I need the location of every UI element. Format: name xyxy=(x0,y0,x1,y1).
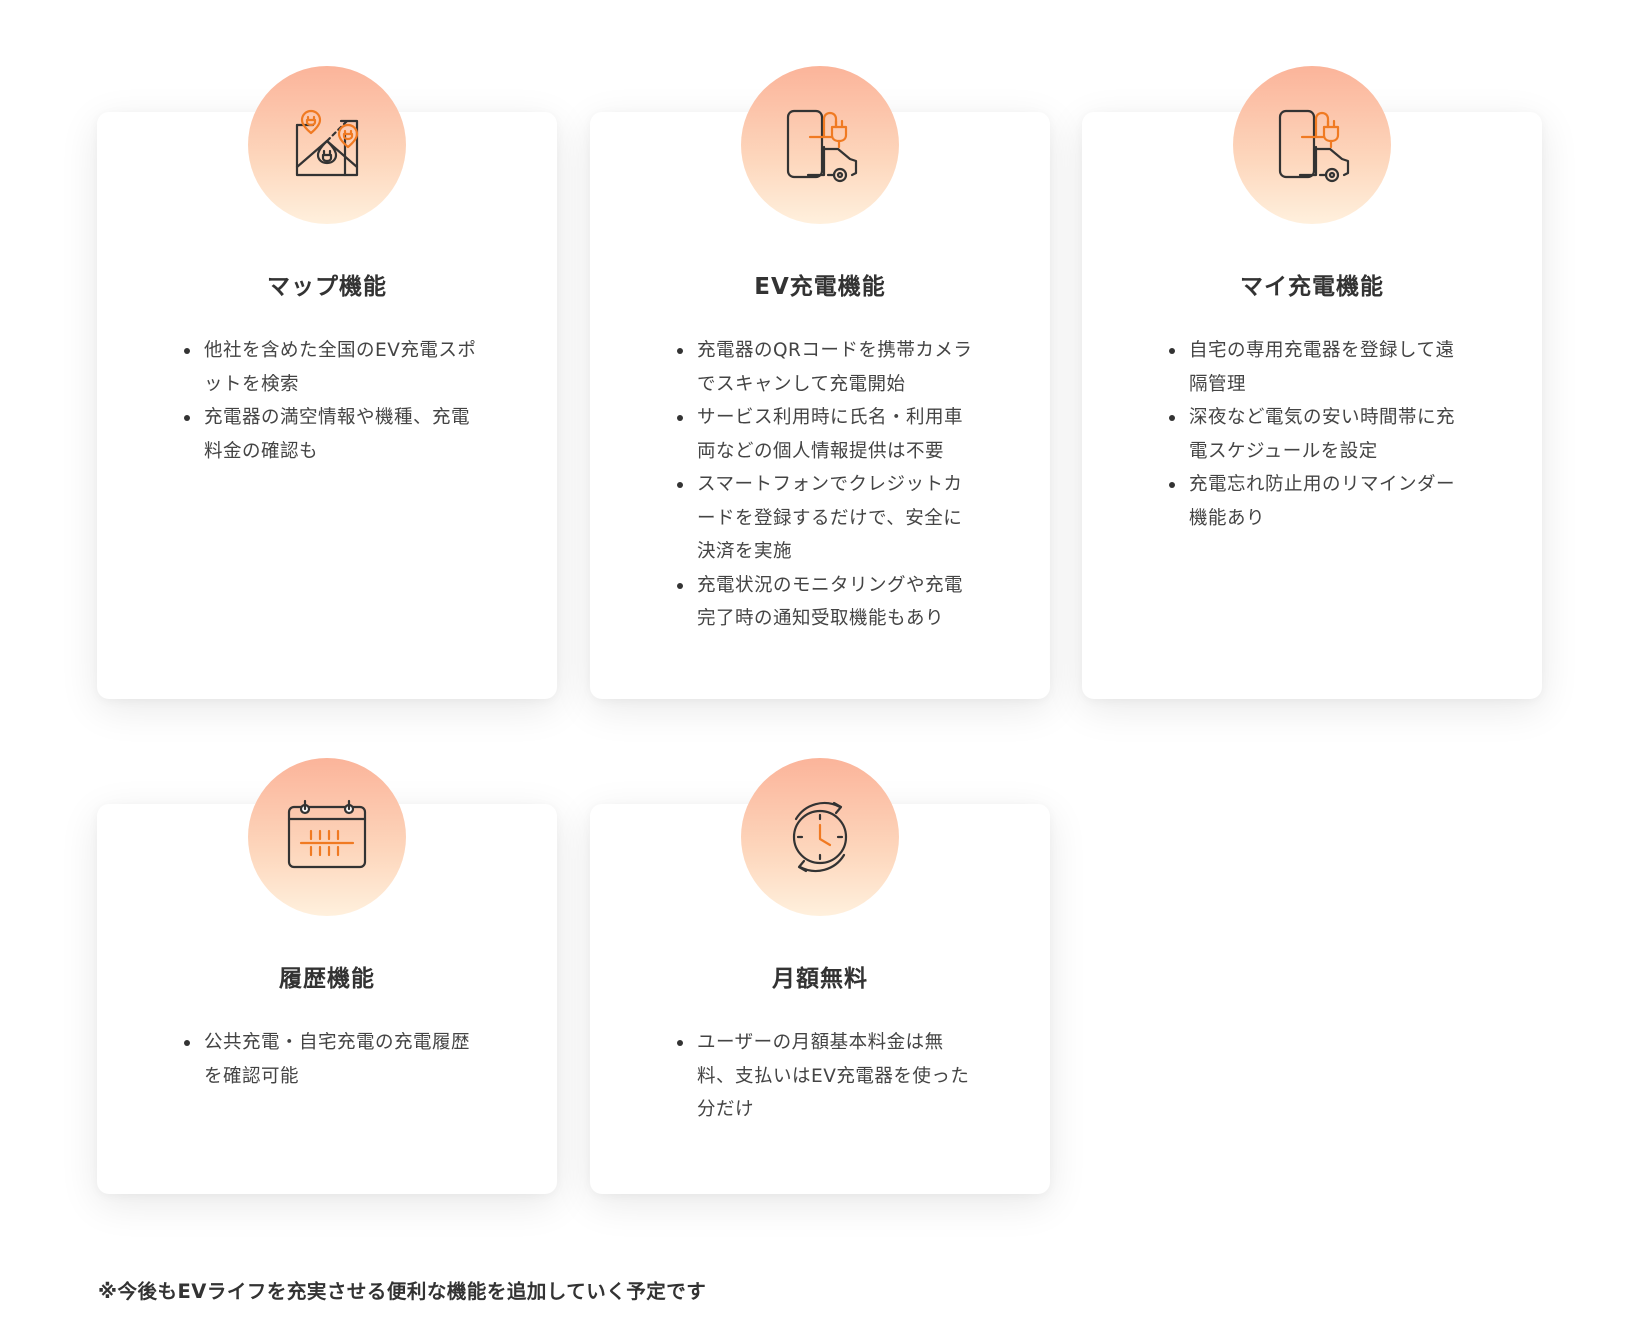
card-title: 履歴機能 xyxy=(279,966,375,992)
feature-list: ユーザーの月額基本料金は無料、支払いはEV充電器を使った分だけ xyxy=(675,1026,980,1127)
phone-charger-car-icon xyxy=(786,109,858,183)
calendar-icon xyxy=(287,799,367,869)
feature-list: 公共充電・自宅充電の充電履歴を確認可能 xyxy=(182,1026,487,1093)
list-item: 充電忘れ防止用のリマインダー機能あり xyxy=(1167,468,1472,535)
icon-badge xyxy=(741,758,899,916)
list-item: 自宅の専用充電器を登録して遠隔管理 xyxy=(1167,334,1472,401)
map-charging-icon xyxy=(295,109,359,177)
card-title: EV充電機能 xyxy=(754,274,886,300)
icon-badge xyxy=(248,758,406,916)
feature-card-monthly-free: 月額無料 ユーザーの月額基本料金は無料、支払いはEV充電器を使った分だけ xyxy=(590,758,1050,1194)
list-item: 深夜など電気の安い時間帯に充電スケジュールを設定 xyxy=(1167,401,1472,468)
list-item: 公共充電・自宅充電の充電履歴を確認可能 xyxy=(182,1026,487,1093)
list-item: 他社を含めた全国のEV充電スポットを検索 xyxy=(182,334,487,401)
icon-badge xyxy=(741,66,899,224)
feature-card-ev-charging: EV充電機能 充電器のQRコードを携帯カメラでスキャンして充電開始 サービス利用… xyxy=(590,66,1050,699)
icon-badge xyxy=(248,66,406,224)
clock-cycle-icon xyxy=(792,801,848,873)
list-item: サービス利用時に氏名・利用車両などの個人情報提供は不要 xyxy=(675,401,980,468)
feature-card-my-charging: マイ充電機能 自宅の専用充電器を登録して遠隔管理 深夜など電気の安い時間帯に充電… xyxy=(1082,66,1542,699)
phone-charger-car-icon xyxy=(1278,109,1350,183)
card-title: 月額無料 xyxy=(772,966,868,992)
list-item: スマートフォンでクレジットカードを登録するだけで、安全に決済を実施 xyxy=(675,468,980,569)
feature-list: 充電器のQRコードを携帯カメラでスキャンして充電開始 サービス利用時に氏名・利用… xyxy=(675,334,980,636)
list-item: 充電器のQRコードを携帯カメラでスキャンして充電開始 xyxy=(675,334,980,401)
list-item: 充電状況のモニタリングや充電完了時の通知受取機能もあり xyxy=(675,569,980,636)
icon-badge xyxy=(1233,66,1391,224)
feature-card-history: 履歴機能 公共充電・自宅充電の充電履歴を確認可能 xyxy=(97,758,557,1194)
list-item: 充電器の満空情報や機種、充電料金の確認も xyxy=(182,401,487,468)
feature-list: 自宅の専用充電器を登録して遠隔管理 深夜など電気の安い時間帯に充電スケジュールを… xyxy=(1167,334,1472,535)
feature-list: 他社を含めた全国のEV充電スポットを検索 充電器の満空情報や機種、充電料金の確認… xyxy=(182,334,487,468)
card-title: マップ機能 xyxy=(267,274,387,300)
footnote: ※今後もEVライフを充実させる便利な機能を追加していく予定です xyxy=(98,1280,707,1303)
card-title: マイ充電機能 xyxy=(1240,274,1384,300)
feature-card-map: マップ機能 他社を含めた全国のEV充電スポットを検索 充電器の満空情報や機種、充… xyxy=(97,66,557,699)
list-item: ユーザーの月額基本料金は無料、支払いはEV充電器を使った分だけ xyxy=(675,1026,980,1127)
